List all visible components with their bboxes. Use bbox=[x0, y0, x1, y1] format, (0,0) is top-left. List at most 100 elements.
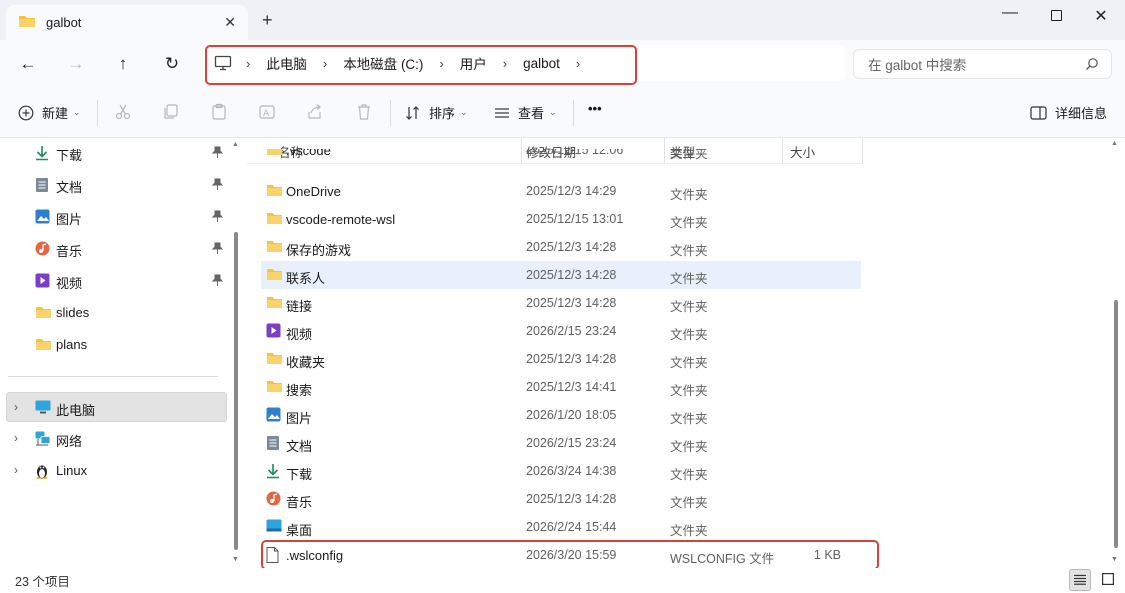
paste-icon bbox=[210, 103, 228, 124]
file-row-wslconfig[interactable]: .wslconfig 2026/3/20 15:59 WSLCONFIG 文件 … bbox=[261, 541, 861, 568]
close-tab-button[interactable]: ✕ bbox=[224, 14, 236, 31]
breadcrumb-separator[interactable]: › bbox=[439, 56, 443, 71]
picture-icon bbox=[35, 209, 50, 227]
sort-button[interactable]: 排序 ⌄ bbox=[405, 103, 468, 122]
sidebar-item-videos[interactable]: 视频 bbox=[0, 266, 228, 296]
details-view-button[interactable] bbox=[1069, 569, 1091, 591]
forward-button[interactable]: → bbox=[64, 54, 88, 74]
sidebar-item-downloads[interactable]: 下载 bbox=[0, 138, 228, 168]
sidebar-scroll-up-icon[interactable]: ▲ bbox=[232, 141, 239, 148]
folder-icon bbox=[266, 267, 283, 284]
rename-icon: A bbox=[258, 103, 276, 124]
expand-icon[interactable]: › bbox=[14, 431, 18, 445]
pin-icon[interactable] bbox=[211, 146, 224, 161]
breadcrumb-separator[interactable]: › bbox=[246, 56, 250, 71]
sidebar-item-plans[interactable]: plans bbox=[0, 330, 228, 360]
breadcrumb[interactable]: › 此电脑 › 本地磁盘 (C:) › 用户 › galbot › bbox=[204, 45, 845, 81]
file-type: 文件夹 bbox=[670, 524, 708, 538]
column-divider[interactable] bbox=[862, 138, 863, 164]
scrollbar-thumb[interactable] bbox=[1114, 300, 1118, 548]
file-row[interactable]: vscode-remote-wsl 2025/12/15 13:01 文件夹 bbox=[261, 205, 861, 233]
pin-icon[interactable] bbox=[211, 178, 224, 193]
delete-button[interactable] bbox=[355, 103, 373, 124]
search-input[interactable]: 在 galbot 中搜索 bbox=[853, 49, 1112, 79]
breadcrumb-this-pc[interactable]: 此电脑 bbox=[266, 53, 307, 73]
file-date: 2026/2/15 23:24 bbox=[526, 436, 617, 450]
new-button[interactable]: 新建 ⌄ bbox=[18, 103, 81, 122]
scroll-up-icon[interactable]: ▲ bbox=[1111, 140, 1118, 147]
minimize-button[interactable]: — bbox=[990, 4, 1030, 24]
breadcrumb-local-disk[interactable]: 本地磁盘 (C:) bbox=[343, 53, 423, 73]
expand-icon[interactable]: › bbox=[14, 400, 18, 414]
sidebar-item-slides[interactable]: slides bbox=[0, 298, 228, 328]
toolbar-divider bbox=[97, 100, 98, 126]
pin-icon[interactable] bbox=[211, 242, 224, 257]
breadcrumb-separator[interactable]: › bbox=[323, 56, 327, 71]
music-icon bbox=[266, 491, 281, 509]
file-row[interactable]: 图片 2026/1/20 18:05 文件夹 bbox=[261, 401, 861, 429]
sidebar-item-this-pc[interactable]: › 此电脑 bbox=[6, 392, 227, 422]
details-pane-button[interactable]: 详细信息 bbox=[1030, 103, 1107, 122]
sidebar-scrollbar-thumb[interactable] bbox=[234, 232, 238, 550]
breadcrumb-galbot[interactable]: galbot bbox=[523, 56, 560, 71]
tiles-view-button[interactable] bbox=[1097, 569, 1119, 591]
file-type: 文件夹 bbox=[670, 272, 708, 286]
close-window-button[interactable]: ✕ bbox=[1081, 6, 1121, 26]
breadcrumb-separator[interactable]: › bbox=[503, 56, 507, 71]
file-row[interactable]: 链接 2025/12/3 14:28 文件夹 bbox=[261, 289, 861, 317]
expand-icon[interactable]: › bbox=[14, 463, 18, 477]
sidebar-item-documents[interactable]: 文档 bbox=[0, 170, 228, 200]
file-name: .wslconfig bbox=[286, 548, 344, 563]
sidebar-item-network[interactable]: › 网络 bbox=[0, 424, 228, 454]
view-button[interactable]: 查看 ⌄ bbox=[494, 103, 557, 122]
file-row-vscode[interactable]: .vscode 2025/12/15 12:06 文件夹 bbox=[261, 149, 861, 165]
file-row[interactable]: 文档 2026/2/15 23:24 文件夹 bbox=[261, 429, 861, 457]
file-row[interactable]: 下载 2026/3/24 14:38 文件夹 bbox=[261, 457, 861, 485]
tab-galbot[interactable]: galbot ✕ bbox=[6, 5, 248, 40]
cut-button[interactable] bbox=[114, 103, 132, 124]
breadcrumb-users[interactable]: 用户 bbox=[460, 53, 487, 73]
sidebar-item-label: plans bbox=[56, 337, 88, 352]
file-date: 2025/12/3 14:28 bbox=[526, 492, 617, 506]
refresh-button[interactable]: ↻ bbox=[160, 54, 184, 74]
sidebar-item-pictures[interactable]: 图片 bbox=[0, 202, 228, 232]
desktop-icon bbox=[266, 519, 282, 536]
scroll-down-icon[interactable]: ▼ bbox=[1111, 556, 1118, 563]
file-row[interactable]: OneDrive 2025/12/3 14:29 文件夹 bbox=[261, 177, 861, 205]
file-date: 2025/12/15 12:06 bbox=[526, 149, 624, 157]
details-view-icon bbox=[1074, 573, 1086, 588]
up-button[interactable]: ↑ bbox=[111, 54, 135, 74]
search-placeholder: 在 galbot 中搜索 bbox=[868, 58, 967, 73]
new-tab-button[interactable]: + bbox=[262, 11, 273, 29]
file-row[interactable]: 保存的游戏 2025/12/3 14:28 文件夹 bbox=[261, 233, 861, 261]
file-row[interactable]: 桌面 2026/2/24 15:44 文件夹 bbox=[261, 513, 861, 541]
paste-button[interactable] bbox=[210, 103, 228, 124]
pin-icon[interactable] bbox=[211, 210, 224, 225]
rename-button[interactable]: A bbox=[258, 103, 276, 124]
file-size: 1 KB bbox=[813, 548, 841, 562]
back-button[interactable]: ← bbox=[16, 54, 40, 74]
breadcrumb-separator[interactable]: › bbox=[576, 56, 580, 71]
file-row[interactable]: 搜索 2025/12/3 14:41 文件夹 bbox=[261, 373, 861, 401]
file-name: 搜索 bbox=[286, 383, 313, 398]
file-row[interactable]: 视频 2026/2/15 23:24 文件夹 bbox=[261, 317, 861, 345]
sidebar-item-label: 文档 bbox=[56, 180, 83, 195]
file-row[interactable]: 联系人 2025/12/3 14:28 文件夹 bbox=[261, 261, 861, 289]
file-name: 联系人 bbox=[286, 271, 326, 286]
file-row[interactable]: 音乐 2025/12/3 14:28 文件夹 bbox=[261, 485, 861, 513]
sidebar-item-linux[interactable]: › Linux bbox=[0, 456, 228, 486]
pin-icon[interactable] bbox=[211, 274, 224, 289]
sidebar-item-music[interactable]: 音乐 bbox=[0, 234, 228, 264]
more-options-button[interactable]: ••• bbox=[588, 101, 602, 116]
folder-icon bbox=[266, 351, 283, 368]
share-button[interactable] bbox=[306, 103, 324, 124]
new-label: 新建 bbox=[42, 106, 69, 121]
copy-button[interactable] bbox=[162, 103, 180, 124]
details-label: 详细信息 bbox=[1055, 106, 1108, 121]
sidebar-scroll-down-icon[interactable]: ▼ bbox=[232, 556, 239, 563]
maximize-button[interactable] bbox=[1036, 6, 1076, 26]
navigation-pane: 下载 文档 图片 音乐 视频 slides plans › 此电脑 › 网络 ›… bbox=[0, 138, 240, 568]
folder-icon bbox=[266, 295, 283, 312]
file-row[interactable]: 收藏夹 2025/12/3 14:28 文件夹 bbox=[261, 345, 861, 373]
search-icon[interactable] bbox=[1085, 57, 1099, 74]
